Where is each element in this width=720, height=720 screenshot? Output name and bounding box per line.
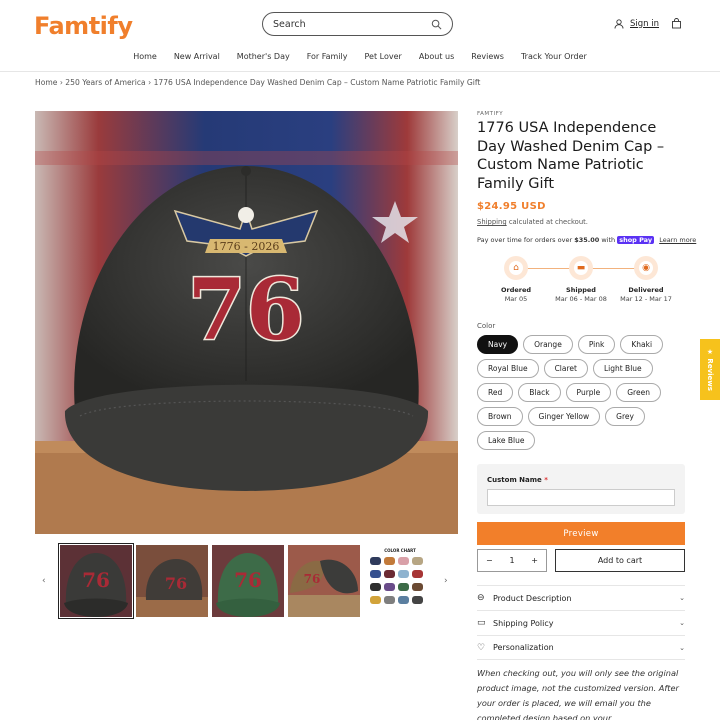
reviews-side-tab[interactable]: ★ Reviews [700,339,720,400]
famtify-logo[interactable]: Famtify [34,12,133,40]
thumbnail-2[interactable]: 76 [136,545,208,617]
shop-icon: ⌂ [509,261,523,275]
accordion-shipping-policy[interactable]: ▭ Shipping Policy ⌄ [477,610,685,635]
color-option[interactable]: Purple [565,383,612,402]
heart-icon: ♡ [477,642,486,653]
svg-text:76: 76 [82,568,110,592]
chevron-down-icon: ⌄ [679,643,685,652]
svg-text:76: 76 [165,574,187,593]
color-option[interactable]: Navy [477,335,519,354]
header-divider [0,71,720,72]
shipping-link[interactable]: Shipping [477,218,507,226]
location-pin-icon: ◉ [639,261,653,275]
color-option[interactable]: Orange [523,335,573,354]
search-icon[interactable] [431,19,442,30]
color-options: Navy Orange Pink Khaki Royal Blue Claret Light… [477,335,685,450]
color-option[interactable]: Green [616,383,661,402]
truck-icon: ▬ [574,261,588,275]
product-title: 1776 USA Independence Day Washed Denim C… [477,120,665,192]
color-option[interactable]: Light Blue [592,359,653,378]
nav-item[interactable]: Mother's Day [235,52,292,61]
chevron-down-icon: ⌄ [679,619,685,627]
svg-text:76: 76 [234,568,262,592]
nav-item[interactable]: About us [417,52,456,61]
svg-text:76: 76 [304,572,321,586]
color-option[interactable]: Pink [577,335,616,354]
nav-item[interactable]: Pet Lover [363,52,404,61]
timeline-step-ordered: ⌂ Ordered Mar 05 [481,256,551,303]
quantity-plus-button[interactable]: + [531,556,538,565]
shop-pay-logo: shop Pay [617,236,655,244]
color-option[interactable]: Brown [477,407,523,426]
thumbnail-color-chart[interactable]: COLOR CHART [364,545,436,617]
thumbnail-1[interactable]: 76 [58,543,134,619]
vendor-label: FAMTIFY [477,111,504,117]
shipping-note: Shipping calculated at checkout. [477,218,588,226]
product-main-image[interactable]: 1776 - 2026 76 [35,111,458,534]
custom-name-input[interactable] [487,489,675,506]
breadcrumb[interactable]: Home › 250 Years of America › 1776 USA I… [35,78,480,87]
color-option[interactable]: Grey [605,407,645,426]
learn-more-link[interactable]: Learn more [659,236,696,244]
pay-threshold: $35.00 [574,236,600,244]
timeline-step-shipped: ▬ Shipped Mar 06 - Mar 08 [546,256,616,303]
color-option[interactable]: Lake Blue [477,431,536,450]
nav-item[interactable]: Home [131,52,159,61]
custom-name-box: Custom Name * [477,464,685,514]
thumbnail-4[interactable]: 76 [288,545,360,617]
accordion-product-description[interactable]: ⊖ Product Description ⌄ [477,585,685,610]
product-price: $24.95 USD [477,201,546,212]
sign-in-link[interactable]: Sign in [614,19,659,29]
color-option[interactable]: Claret [543,359,588,378]
quantity-minus-button[interactable]: − [486,556,493,565]
search-bar[interactable]: Search [262,12,453,36]
search-placeholder: Search [273,18,306,30]
truck-icon: ▭ [477,618,486,628]
nav-item[interactable]: For Family [305,52,350,61]
cart-icon[interactable] [671,18,682,29]
color-label: Color [477,322,496,330]
personalization-note: When checking out, you will only see the… [477,668,679,720]
cap-year-text: 1776 - 2026 [213,240,280,253]
quantity-stepper[interactable]: − 1 + [477,549,547,572]
color-option[interactable]: Royal Blue [477,359,539,378]
thumb-next-arrow[interactable]: › [444,576,448,586]
nav-item[interactable]: New Arrival [172,52,222,61]
nav-item[interactable]: Reviews [469,52,506,61]
color-option[interactable]: Red [477,383,514,402]
accordion-personalization[interactable]: ♡ Personalization ⌄ [477,635,685,660]
nav-item[interactable]: Track Your Order [519,52,589,61]
delivery-timeline: ⌂ Ordered Mar 05 ▬ Shipped Mar 06 - Mar … [477,256,685,316]
user-icon [614,18,624,29]
thumbnail-strip: 76 76 76 76 COLOR CHART [40,543,458,619]
preview-button[interactable]: Preview [477,522,685,545]
chat-icon: ⊖ [477,593,485,603]
add-to-cart-button[interactable]: Add to cart [555,549,685,572]
sign-in-label: Sign in [630,18,659,29]
cap-number-text: 76 [188,260,305,359]
color-option[interactable]: Black [518,383,561,402]
main-nav: Home New Arrival Mother's Day For Family Pet… [0,52,720,61]
thumbnail-3[interactable]: 76 [212,545,284,617]
product-info: FAMTIFY 1776 USA Independence Day Washed… [477,111,697,720]
color-option[interactable]: Ginger Yellow [527,407,601,426]
pay-over-time: Pay over time for orders over $35.00 wit… [477,236,697,244]
chevron-down-icon: ⌄ [679,594,685,602]
quantity-value: 1 [509,556,515,565]
color-option[interactable]: Khaki [620,335,664,354]
custom-name-label: Custom Name * [487,476,548,484]
timeline-step-delivered: ◉ Delivered Mar 12 - Mar 17 [611,256,681,303]
